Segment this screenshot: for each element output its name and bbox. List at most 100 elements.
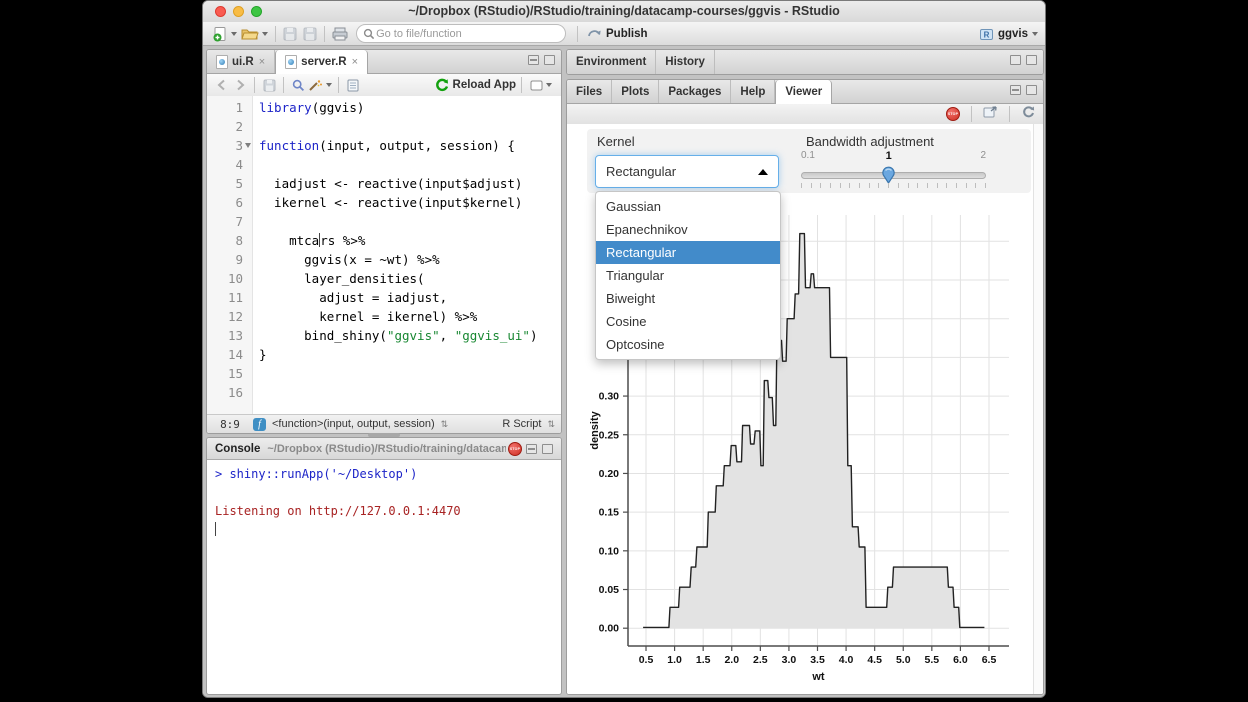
source-pane-menu-button[interactable]	[527, 76, 555, 94]
editor-status-bar: 8:9 f <function>(input, output, session)…	[207, 414, 561, 433]
tab-files[interactable]: Files	[567, 80, 612, 103]
back-button[interactable]	[213, 76, 231, 94]
code-line[interactable]: layer_densities(	[259, 269, 561, 288]
svg-text:5.5: 5.5	[925, 654, 940, 666]
line-number: 10	[207, 269, 252, 288]
publish-button[interactable]: Publish	[587, 27, 648, 40]
code-line[interactable]: adjust = iadjust,	[259, 288, 561, 307]
r-document-icon	[216, 55, 228, 69]
tab-label: ui.R	[232, 56, 254, 68]
restore-pane-icon[interactable]	[1010, 55, 1021, 65]
slider-mid-label: 1	[886, 150, 892, 162]
code-tools-button[interactable]	[307, 76, 333, 94]
forward-button[interactable]	[231, 76, 249, 94]
kernel-option-rectangular[interactable]: Rectangular	[596, 241, 780, 264]
reload-app-button[interactable]: Reload App	[435, 78, 516, 92]
restore-pane-icon[interactable]	[1026, 85, 1037, 95]
kernel-option-epanechnikov[interactable]: Epanechnikov	[596, 218, 780, 241]
svg-text:1.5: 1.5	[696, 654, 711, 666]
svg-text:R: R	[984, 30, 990, 39]
code-line[interactable]: ggvis(x = ~wt) %>%	[259, 250, 561, 269]
code-line[interactable]	[259, 155, 561, 174]
print-button[interactable]	[332, 25, 348, 43]
code-content[interactable]: library(ggvis) function(input, output, s…	[253, 96, 561, 415]
bandwidth-slider[interactable]: 0.1 1 2	[801, 124, 986, 188]
stop-app-button[interactable]: STOP	[946, 107, 960, 121]
svg-text:1.0: 1.0	[667, 654, 682, 666]
minimize-pane-icon[interactable]	[1010, 85, 1021, 95]
save-button[interactable]	[283, 25, 297, 43]
tab-history[interactable]: History	[656, 50, 715, 74]
console-output[interactable]: > shiny::runApp('~/Desktop') Listening o…	[207, 460, 561, 544]
open-folder-icon	[241, 27, 259, 41]
scope-selector[interactable]: <function>(input, output, session)	[272, 418, 435, 430]
line-number: 16	[207, 383, 252, 402]
tab-ui-r[interactable]: ui.R ×	[207, 50, 275, 73]
kernel-select[interactable]: Rectangular	[595, 155, 779, 188]
code-line[interactable]: bind_shiny("ggvis", "ggvis_ui")	[259, 326, 561, 345]
code-line[interactable]: iadjust <- reactive(input$adjust)	[259, 174, 561, 193]
maximize-pane-icon[interactable]	[544, 55, 555, 65]
refresh-button[interactable]	[1021, 105, 1035, 124]
open-file-button[interactable]	[241, 25, 268, 43]
code-line[interactable]: kernel = ikernel) %>%	[259, 307, 561, 326]
reload-label: Reload App	[453, 79, 516, 91]
open-in-new-window-button[interactable]	[983, 105, 998, 123]
minimize-pane-icon[interactable]	[528, 55, 539, 65]
console-pane: Console ~/Dropbox (RStudio)/RStudio/trai…	[206, 437, 562, 695]
close-tab-icon[interactable]: ×	[352, 56, 358, 68]
save-all-button[interactable]	[301, 25, 317, 43]
line-number: 14	[207, 345, 252, 364]
minimize-pane-icon[interactable]	[526, 444, 537, 454]
tab-plots[interactable]: Plots	[612, 80, 659, 103]
close-tab-icon[interactable]: ×	[259, 56, 265, 68]
kernel-option-triangular[interactable]: Triangular	[596, 264, 780, 287]
line-number: 2	[207, 117, 252, 136]
find-replace-button[interactable]	[289, 76, 307, 94]
code-line[interactable]	[259, 212, 561, 231]
file-type-selector[interactable]: R Script	[502, 418, 541, 430]
fold-icon[interactable]	[245, 143, 251, 148]
zoom-window-button[interactable]	[251, 6, 262, 17]
code-editor[interactable]: 12345678910111213141516 library(ggvis) f…	[207, 96, 561, 415]
tab-environment[interactable]: Environment	[567, 50, 656, 74]
line-number: 4	[207, 155, 252, 174]
code-line[interactable]	[259, 364, 561, 383]
minimize-window-button[interactable]	[233, 6, 244, 17]
code-line[interactable]: function(input, output, session) {	[259, 136, 561, 155]
code-line[interactable]: }	[259, 345, 561, 364]
project-menu-button[interactable]: R ggvis	[979, 27, 1038, 41]
close-window-button[interactable]	[215, 6, 226, 17]
compile-notebook-button[interactable]	[344, 76, 362, 94]
slider-handle[interactable]	[881, 165, 896, 184]
code-line[interactable]: mtcars %>%	[259, 231, 561, 250]
code-line[interactable]: ikernel <- reactive(input$kernel)	[259, 193, 561, 212]
goto-file-input[interactable]	[374, 27, 559, 41]
tab-viewer[interactable]: Viewer	[775, 80, 832, 104]
goto-file-search[interactable]	[356, 24, 566, 43]
tab-help[interactable]: Help	[731, 80, 775, 103]
maximize-pane-icon[interactable]	[542, 444, 553, 454]
main-toolbar: Publish R ggvis	[203, 22, 1045, 46]
publish-icon	[587, 27, 602, 40]
line-number: 7	[207, 212, 252, 231]
publish-label: Publish	[606, 28, 648, 40]
svg-text:6.0: 6.0	[953, 654, 968, 666]
tab-packages[interactable]: Packages	[659, 80, 731, 103]
new-file-button[interactable]	[212, 25, 237, 43]
stop-icon[interactable]: STOP	[508, 442, 522, 456]
kernel-option-optcosine[interactable]: Optcosine	[596, 333, 780, 356]
kernel-option-biweight[interactable]: Biweight	[596, 287, 780, 310]
workspace: ui.R × server.R ×	[203, 46, 1045, 697]
kernel-option-gaussian[interactable]: Gaussian	[596, 195, 780, 218]
horizontal-splitter[interactable]	[368, 433, 400, 437]
kernel-option-cosine[interactable]: Cosine	[596, 310, 780, 333]
save-file-button[interactable]	[260, 76, 278, 94]
code-line[interactable]: library(ggvis)	[259, 98, 561, 117]
line-number: 8	[207, 231, 252, 250]
maximize-pane-icon[interactable]	[1026, 55, 1037, 65]
code-line[interactable]	[259, 383, 561, 402]
code-line[interactable]	[259, 117, 561, 136]
app-scrollbar[interactable]	[1033, 124, 1043, 694]
tab-server-r[interactable]: server.R ×	[275, 50, 368, 74]
